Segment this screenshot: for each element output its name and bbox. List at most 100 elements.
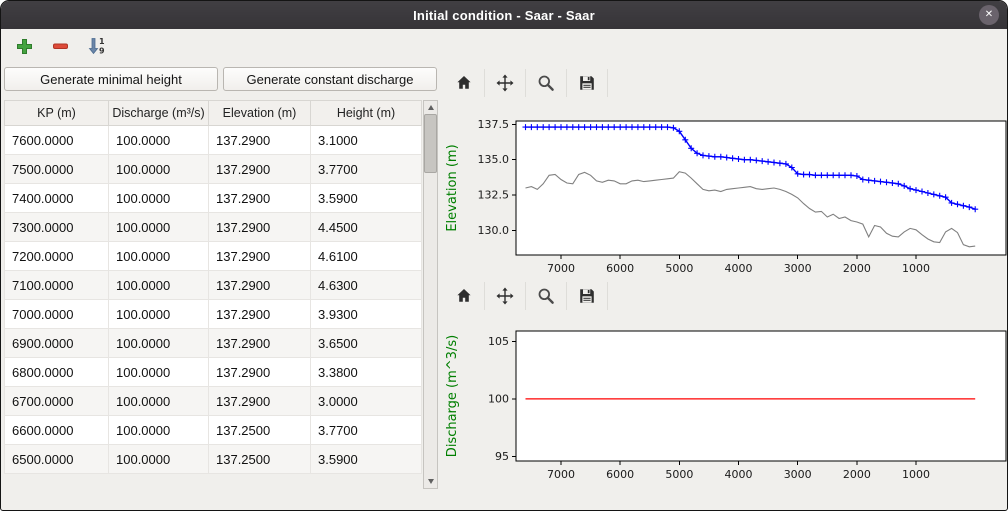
table-row: 6900.0000100.0000137.29003.6500 xyxy=(5,329,422,358)
pan-icon xyxy=(495,73,515,93)
remove-row-button[interactable] xyxy=(47,33,73,59)
table-cell[interactable]: 4.6100 xyxy=(311,242,422,271)
table-cell[interactable]: 100.0000 xyxy=(109,155,209,184)
sort-digit-top: 1 xyxy=(99,37,105,46)
discharge-save-button[interactable] xyxy=(567,282,608,310)
table-cell[interactable]: 137.2900 xyxy=(209,358,311,387)
table-cell[interactable]: 100.0000 xyxy=(109,184,209,213)
table-cell[interactable]: 137.2900 xyxy=(209,184,311,213)
table-cell[interactable]: 7000.0000 xyxy=(5,300,109,329)
column-header-elevation[interactable]: Elevation (m) xyxy=(209,101,311,126)
table-cell[interactable]: 100.0000 xyxy=(109,358,209,387)
svg-text:5000: 5000 xyxy=(665,468,693,481)
table-cell[interactable]: 100.0000 xyxy=(109,126,209,155)
generate-constant-discharge-button[interactable]: Generate constant discharge xyxy=(223,67,437,91)
scroll-down-arrow[interactable] xyxy=(424,475,437,488)
table-cell[interactable]: 4.4500 xyxy=(311,213,422,242)
table-header-row: KP (m) Discharge (m³/s) Elevation (m) He… xyxy=(5,101,422,126)
table-row: 7100.0000100.0000137.29004.6300 xyxy=(5,271,422,300)
table-cell[interactable]: 6700.0000 xyxy=(5,387,109,416)
table-cell[interactable]: 100.0000 xyxy=(109,213,209,242)
table-cell[interactable]: 137.2900 xyxy=(209,387,311,416)
table-cell[interactable]: 100.0000 xyxy=(109,242,209,271)
sort-numeric-icon: 1 9 xyxy=(86,36,106,56)
table-cell[interactable]: 137.2900 xyxy=(209,242,311,271)
table-cell[interactable]: 100.0000 xyxy=(109,271,209,300)
table-cell[interactable]: 100.0000 xyxy=(109,387,209,416)
generate-minimal-height-button[interactable]: Generate minimal height xyxy=(4,67,218,91)
svg-text:135.0: 135.0 xyxy=(478,153,510,166)
table-cell[interactable]: 137.2900 xyxy=(209,126,311,155)
table-cell[interactable]: 137.2500 xyxy=(209,445,311,474)
column-header-discharge[interactable]: Discharge (m³/s) xyxy=(109,101,209,126)
table-cell[interactable]: 137.2900 xyxy=(209,213,311,242)
table-cell[interactable]: 3.3800 xyxy=(311,358,422,387)
table-cell[interactable]: 7600.0000 xyxy=(5,126,109,155)
elevation-home-button[interactable] xyxy=(444,69,485,97)
app-window: Initial condition - Saar - Saar ✕ 1 9 xyxy=(0,0,1008,511)
main-content: Generate minimal height Generate constan… xyxy=(1,63,1007,489)
table-cell[interactable]: 137.2900 xyxy=(209,300,311,329)
initial-condition-table: KP (m) Discharge (m³/s) Elevation (m) He… xyxy=(4,100,422,474)
elevation-zoom-button[interactable] xyxy=(526,69,567,97)
svg-text:100: 100 xyxy=(488,392,509,405)
table-cell[interactable]: 100.0000 xyxy=(109,445,209,474)
table-cell[interactable]: 100.0000 xyxy=(109,300,209,329)
table-cell[interactable]: 7100.0000 xyxy=(5,271,109,300)
table-scrollbar[interactable] xyxy=(423,100,438,489)
close-button[interactable]: ✕ xyxy=(979,5,999,25)
column-header-height[interactable]: Height (m) xyxy=(311,101,422,126)
table-row: 6500.0000100.0000137.25003.5900 xyxy=(5,445,422,474)
discharge-chart[interactable]: 700060005000400030002000100010510095Disc… xyxy=(442,313,1008,481)
home-icon xyxy=(454,286,474,306)
elevation-pan-button[interactable] xyxy=(485,69,526,97)
magnifier-icon xyxy=(536,286,556,306)
table-cell[interactable]: 100.0000 xyxy=(109,416,209,445)
discharge-pan-button[interactable] xyxy=(485,282,526,310)
add-row-button[interactable] xyxy=(11,33,37,59)
table-cell[interactable]: 7400.0000 xyxy=(5,184,109,213)
table-cell[interactable]: 6900.0000 xyxy=(5,329,109,358)
titlebar[interactable]: Initial condition - Saar - Saar ✕ xyxy=(1,1,1007,29)
table-cell[interactable]: 7200.0000 xyxy=(5,242,109,271)
save-icon xyxy=(577,286,597,306)
table-cell[interactable]: 137.2900 xyxy=(209,155,311,184)
table-cell[interactable]: 137.2900 xyxy=(209,329,311,358)
table-cell[interactable]: 100.0000 xyxy=(109,329,209,358)
discharge-zoom-button[interactable] xyxy=(526,282,567,310)
svg-text:7000: 7000 xyxy=(547,468,575,481)
table-cell[interactable]: 3.1000 xyxy=(311,126,422,155)
table-cell[interactable]: 3.9300 xyxy=(311,300,422,329)
table-cell[interactable]: 7300.0000 xyxy=(5,213,109,242)
svg-text:5000: 5000 xyxy=(665,262,693,275)
svg-text:Elevation (m): Elevation (m) xyxy=(445,144,460,231)
table-cell[interactable]: 4.6300 xyxy=(311,271,422,300)
table-cell[interactable]: 7500.0000 xyxy=(5,155,109,184)
table-cell[interactable]: 3.6500 xyxy=(311,329,422,358)
elevation-chart[interactable]: 7000600050004000300020001000137.5135.013… xyxy=(442,99,1008,279)
table-cell[interactable]: 3.7700 xyxy=(311,416,422,445)
svg-text:105: 105 xyxy=(488,335,509,348)
table-row: 6800.0000100.0000137.29003.3800 xyxy=(5,358,422,387)
home-icon xyxy=(454,73,474,93)
table-cell[interactable]: 6800.0000 xyxy=(5,358,109,387)
left-panel: Generate minimal height Generate constan… xyxy=(4,67,437,489)
up-triangle-icon xyxy=(428,105,434,110)
table-cell[interactable]: 137.2500 xyxy=(209,416,311,445)
sort-rows-button[interactable]: 1 9 xyxy=(83,33,109,59)
table-cell[interactable]: 3.7700 xyxy=(311,155,422,184)
table-cell[interactable]: 137.2900 xyxy=(209,271,311,300)
svg-text:4000: 4000 xyxy=(725,262,753,275)
scrollbar-thumb[interactable] xyxy=(424,114,437,173)
table-cell[interactable]: 6500.0000 xyxy=(5,445,109,474)
minus-icon xyxy=(52,38,69,55)
table-cell[interactable]: 3.5900 xyxy=(311,445,422,474)
table-cell[interactable]: 3.5900 xyxy=(311,184,422,213)
table-cell[interactable]: 3.0000 xyxy=(311,387,422,416)
table-cell[interactable]: 6600.0000 xyxy=(5,416,109,445)
elevation-save-button[interactable] xyxy=(567,69,608,97)
column-header-kp[interactable]: KP (m) xyxy=(5,101,109,126)
scroll-up-arrow[interactable] xyxy=(424,101,437,114)
main-toolbar: 1 9 xyxy=(1,29,1007,63)
discharge-home-button[interactable] xyxy=(444,282,485,310)
